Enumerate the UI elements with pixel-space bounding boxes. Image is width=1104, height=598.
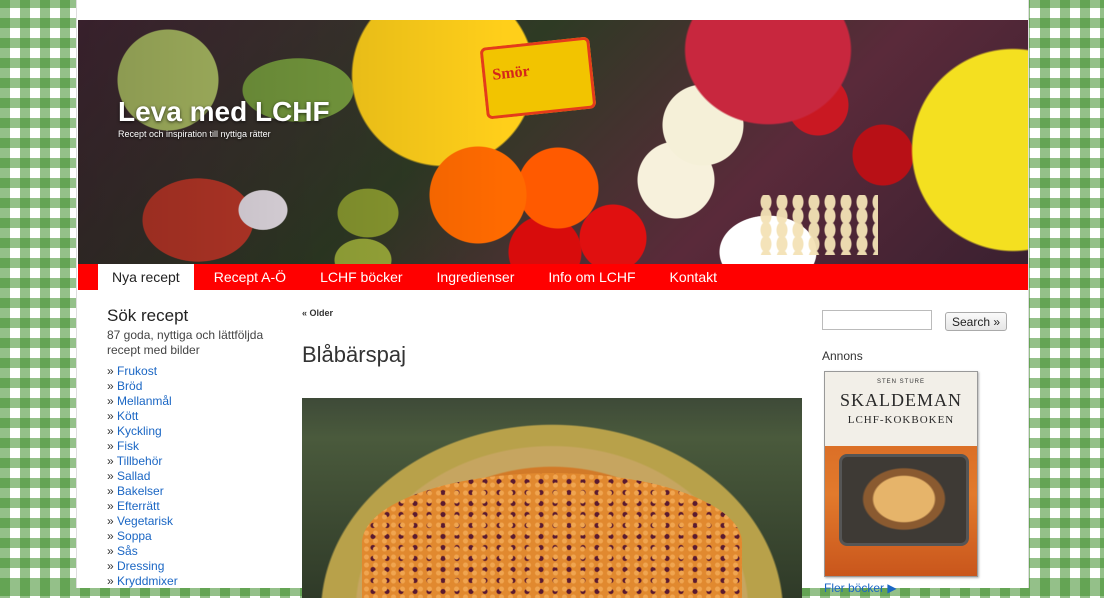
nav-item-info-om-lchf[interactable]: Info om LCHF <box>531 264 652 290</box>
older-posts-link[interactable]: « Older <box>302 308 802 318</box>
category-link[interactable]: Fisk <box>117 439 139 453</box>
category-link[interactable]: Mellanmål <box>117 394 172 408</box>
sidebar-heading: Sök recept <box>107 306 189 325</box>
category-list: » Frukost » Bröd » Mellanmål » Kött » Ky… <box>107 364 287 589</box>
main-nav: Nya recept Recept A-Ö LCHF böcker Ingred… <box>78 264 1028 290</box>
list-item: » Bakelser <box>107 484 164 498</box>
nav-item-ingredienser[interactable]: Ingredienser <box>420 264 532 290</box>
left-sidebar: Sök recept 87 goda, nyttiga och lättfölj… <box>107 306 287 589</box>
list-item: » Dressing <box>107 559 165 573</box>
site-tagline: Recept och inspiration till nyttiga rätt… <box>118 129 271 139</box>
butter-package-image: Smör <box>479 36 597 120</box>
nav-item-kontakt[interactable]: Kontakt <box>653 264 734 290</box>
search-input[interactable] <box>822 310 932 330</box>
nav-item-recept-a-o[interactable]: Recept A-Ö <box>197 264 303 290</box>
main-content: « Older Blåbärspaj <box>302 308 802 598</box>
list-item: » Kryddmixer <box>107 574 178 588</box>
category-link[interactable]: Frukost <box>117 364 157 378</box>
category-link[interactable]: Kyckling <box>117 424 162 438</box>
category-link[interactable]: Tillbehör <box>117 454 163 468</box>
list-item: » Soppa <box>107 529 152 543</box>
list-item: » Tillbehör <box>107 454 163 468</box>
book-title: SKALDEMAN <box>839 390 962 410</box>
book-ad-image[interactable]: STEN STURE SKALDEMAN LCHF-KOKBOKEN <box>824 371 978 577</box>
post-title[interactable]: Blåbärspaj <box>302 342 802 368</box>
category-link[interactable]: Efterrätt <box>117 499 160 513</box>
blueberry-pie-image <box>302 398 802 598</box>
list-item: » Fisk <box>107 439 140 453</box>
pine-nuts-image <box>758 195 878 255</box>
nav-item-nya-recept[interactable]: Nya recept <box>98 264 194 290</box>
category-link[interactable]: Dressing <box>117 559 164 573</box>
list-item: » Sallad <box>107 469 151 483</box>
book-author: STEN STURE <box>876 379 925 385</box>
list-item: » Vegetarisk <box>107 514 174 528</box>
category-link[interactable]: Vegetarisk <box>117 514 173 528</box>
list-item: » Kött <box>107 409 139 423</box>
book-subtitle: LCHF-KOKBOKEN <box>847 414 955 426</box>
more-books-link[interactable]: Fler böcker ▶ <box>824 581 897 595</box>
category-link[interactable]: Sallad <box>117 469 150 483</box>
category-link[interactable]: Bakelser <box>117 484 164 498</box>
right-sidebar: Search » Annons STEN STURE SKALDEMAN LCH… <box>822 310 1012 595</box>
site-title[interactable]: Leva med LCHF <box>118 96 330 128</box>
sidebar-description: 87 goda, nyttiga och lättföljda recept m… <box>107 328 264 357</box>
category-link[interactable]: Sås <box>117 544 138 558</box>
search-button[interactable]: Search » <box>945 312 1008 331</box>
list-item: » Bröd <box>107 379 143 393</box>
header-banner: Smör Leva med LCHF Recept och inspiratio… <box>78 20 1028 264</box>
page-container: Smör Leva med LCHF Recept och inspiratio… <box>76 0 1029 598</box>
list-item: » Kyckling <box>107 424 162 438</box>
list-item: » Sås <box>107 544 138 558</box>
category-link[interactable]: Bröd <box>117 379 142 393</box>
category-link[interactable]: Kött <box>117 409 138 423</box>
list-item: » Efterrätt <box>107 499 160 513</box>
list-item: » Frukost <box>107 364 158 378</box>
list-item: » Mellanmål <box>107 394 172 408</box>
category-link[interactable]: Soppa <box>117 529 152 543</box>
nav-item-lchf-bocker[interactable]: LCHF böcker <box>303 264 419 290</box>
roast-chicken-dish-image <box>839 454 969 546</box>
category-link[interactable]: Kryddmixer <box>117 574 178 588</box>
ad-label: Annons <box>822 349 863 363</box>
